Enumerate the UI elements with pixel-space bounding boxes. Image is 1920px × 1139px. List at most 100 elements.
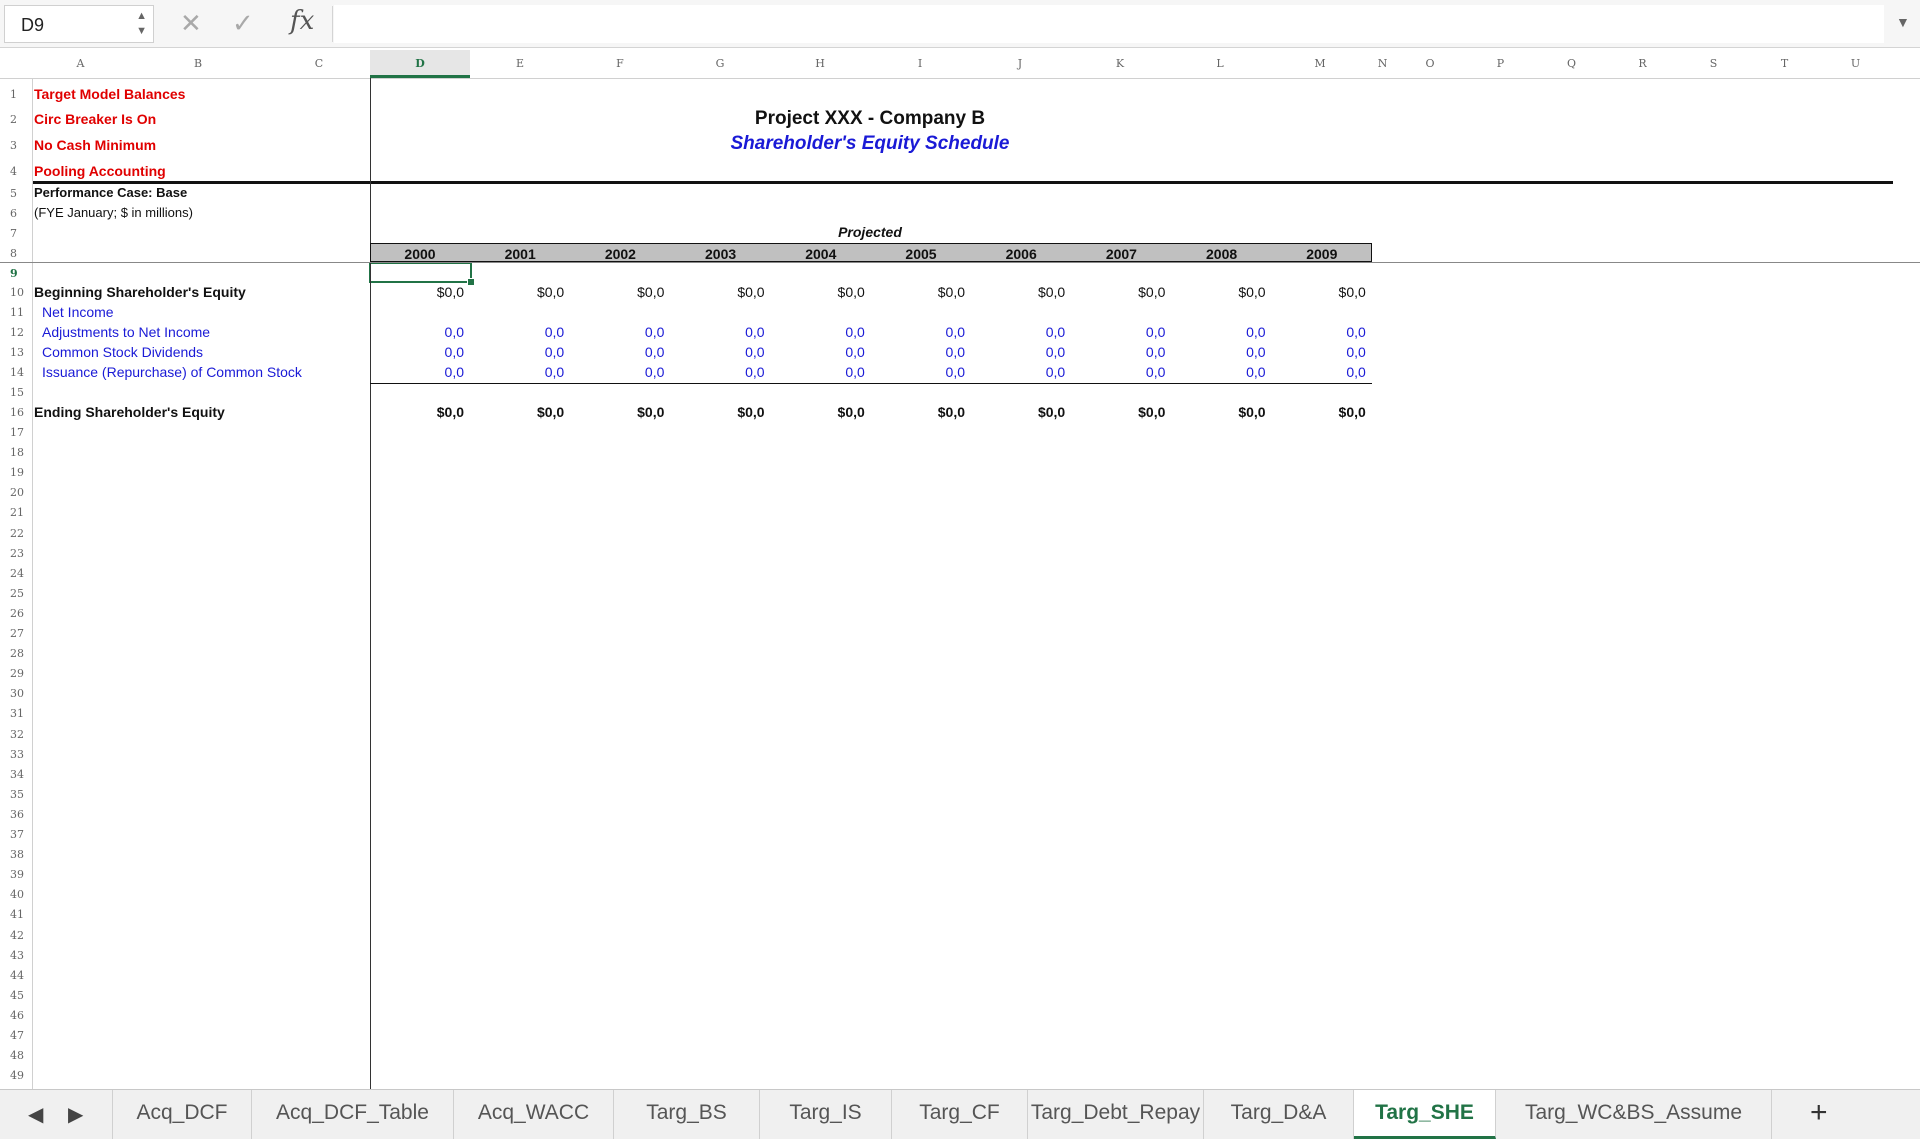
- value-cell[interactable]: 0,0: [384, 324, 464, 340]
- row-header[interactable]: 21: [0, 506, 32, 519]
- row-header[interactable]: 8: [0, 247, 32, 260]
- value-cell[interactable]: 0,0: [384, 364, 464, 380]
- row-header[interactable]: 11: [0, 306, 32, 319]
- value-cell[interactable]: 0,0: [785, 324, 864, 340]
- value-cell[interactable]: $0,0: [1085, 404, 1165, 420]
- row-header[interactable]: 39: [0, 868, 32, 881]
- column-header[interactable]: M: [1270, 50, 1370, 78]
- scroll-left-icon[interactable]: ◀: [28, 1102, 43, 1127]
- column-header[interactable]: N: [1370, 50, 1395, 78]
- column-header[interactable]: G: [670, 50, 770, 78]
- row-header[interactable]: 32: [0, 728, 32, 741]
- value-cell[interactable]: $0,0: [785, 284, 865, 300]
- row-header[interactable]: 44: [0, 969, 32, 982]
- row-header[interactable]: 5: [0, 187, 32, 200]
- row-header[interactable]: 19: [0, 466, 32, 479]
- value-cell[interactable]: $0,0: [484, 404, 564, 420]
- row-header[interactable]: 22: [0, 527, 32, 540]
- value-cell[interactable]: 0,0: [985, 364, 1065, 380]
- sheet-tab[interactable]: Targ_BS: [614, 1090, 760, 1139]
- value-cell[interactable]: 0,0: [985, 324, 1065, 340]
- value-cell[interactable]: $0,0: [885, 284, 965, 300]
- function-icon[interactable]: fx: [290, 6, 314, 36]
- value-cell[interactable]: 0,0: [1186, 344, 1265, 360]
- column-header[interactable]: R: [1607, 50, 1678, 78]
- row-header[interactable]: 9: [0, 267, 32, 280]
- value-cell[interactable]: $0,0: [384, 284, 464, 300]
- row-header[interactable]: 10: [0, 286, 32, 299]
- value-cell[interactable]: 0,0: [685, 324, 764, 340]
- row-header[interactable]: 45: [0, 989, 32, 1002]
- value-cell[interactable]: 0,0: [785, 364, 864, 380]
- value-cell[interactable]: 0,0: [1286, 364, 1365, 380]
- row-header[interactable]: 33: [0, 748, 32, 761]
- row-header[interactable]: 30: [0, 687, 32, 700]
- row-header[interactable]: 41: [0, 908, 32, 921]
- value-cell[interactable]: 0,0: [685, 364, 764, 380]
- value-cell[interactable]: 0,0: [1286, 324, 1365, 340]
- value-cell[interactable]: $0,0: [685, 404, 764, 420]
- sheet-tab[interactable]: Targ_WC&BS_Assume: [1496, 1090, 1772, 1139]
- value-cell[interactable]: $0,0: [1085, 284, 1165, 300]
- column-header[interactable]: K: [1070, 50, 1170, 78]
- value-cell[interactable]: $0,0: [584, 404, 664, 420]
- row-header[interactable]: 12: [0, 326, 32, 339]
- value-cell[interactable]: 0,0: [885, 344, 965, 360]
- value-cell[interactable]: 0,0: [1085, 344, 1165, 360]
- row-header[interactable]: 48: [0, 1049, 32, 1062]
- value-cell[interactable]: 0,0: [1186, 324, 1265, 340]
- column-header[interactable]: B: [128, 50, 268, 78]
- scroll-right-icon[interactable]: ▶: [68, 1102, 83, 1127]
- value-cell[interactable]: $0,0: [1186, 404, 1265, 420]
- row-header[interactable]: 4: [0, 165, 32, 178]
- worksheet[interactable]: ABCDEFGHIJKLMNOPQRSTU 1 2 3 4 5 6 7 8 9 10 11 12 13 1…: [0, 50, 1920, 1089]
- row-header[interactable]: 43: [0, 949, 32, 962]
- value-cell[interactable]: 0,0: [1286, 344, 1365, 360]
- column-header[interactable]: O: [1395, 50, 1465, 78]
- value-cell[interactable]: 0,0: [584, 324, 664, 340]
- sheet-tab[interactable]: Targ_D&A: [1204, 1090, 1354, 1139]
- row-header[interactable]: 29: [0, 667, 32, 680]
- row-header[interactable]: 20: [0, 486, 32, 499]
- row-header[interactable]: 40: [0, 888, 32, 901]
- value-cell[interactable]: 0,0: [785, 344, 864, 360]
- row-header[interactable]: 23: [0, 547, 32, 560]
- sheet-tab[interactable]: Targ_Debt_Repay: [1028, 1090, 1204, 1139]
- row-header[interactable]: 1: [0, 88, 32, 101]
- row-header[interactable]: 46: [0, 1009, 32, 1022]
- value-cell[interactable]: $0,0: [384, 404, 464, 420]
- row-header[interactable]: 37: [0, 828, 32, 841]
- row-header[interactable]: 6: [0, 207, 32, 220]
- value-cell[interactable]: 0,0: [484, 324, 564, 340]
- fill-handle[interactable]: [467, 278, 475, 286]
- row-header[interactable]: 35: [0, 788, 32, 801]
- column-header[interactable]: U: [1820, 50, 1891, 78]
- row-header[interactable]: 49: [0, 1069, 32, 1082]
- chevron-down-icon[interactable]: ▼: [1896, 14, 1910, 30]
- row-header[interactable]: 24: [0, 567, 32, 580]
- value-cell[interactable]: $0,0: [785, 404, 865, 420]
- value-cell[interactable]: 0,0: [584, 364, 664, 380]
- value-cell[interactable]: $0,0: [985, 284, 1065, 300]
- value-cell[interactable]: 0,0: [584, 344, 664, 360]
- column-header[interactable]: D: [370, 50, 470, 78]
- column-header[interactable]: C: [268, 50, 370, 78]
- check-icon[interactable]: ✓: [232, 8, 254, 39]
- row-header[interactable]: 26: [0, 607, 32, 620]
- column-header[interactable]: S: [1678, 50, 1749, 78]
- column-header[interactable]: I: [870, 50, 970, 78]
- row-header[interactable]: 15: [0, 386, 32, 399]
- column-header[interactable]: P: [1465, 50, 1536, 78]
- row-header[interactable]: 47: [0, 1029, 32, 1042]
- column-header[interactable]: L: [1170, 50, 1270, 78]
- row-header[interactable]: 18: [0, 446, 32, 459]
- row-header[interactable]: 13: [0, 346, 32, 359]
- row-header[interactable]: 7: [0, 227, 32, 240]
- formula-input[interactable]: [334, 5, 1884, 43]
- row-header[interactable]: 36: [0, 808, 32, 821]
- value-cell[interactable]: 0,0: [484, 344, 564, 360]
- row-header[interactable]: 28: [0, 647, 32, 660]
- row-header[interactable]: 2: [0, 113, 32, 126]
- value-cell[interactable]: $0,0: [985, 404, 1065, 420]
- add-sheet-button[interactable]: +: [1810, 1096, 1828, 1130]
